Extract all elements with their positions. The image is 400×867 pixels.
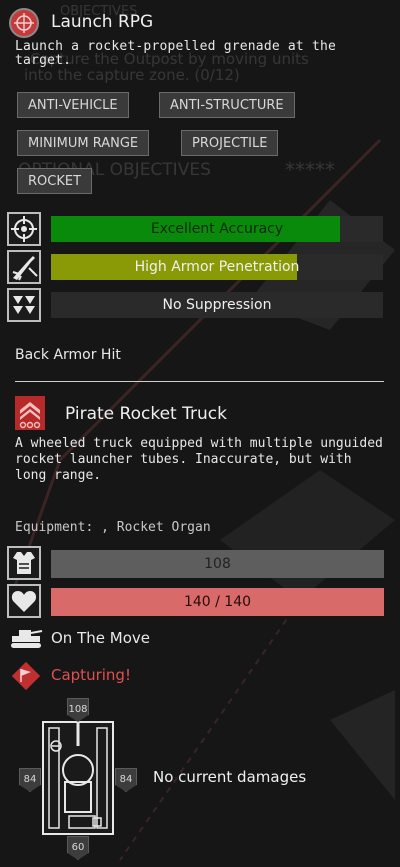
tag-rocket: ROCKET — [17, 168, 93, 194]
armor-diagram: 108 84 84 60 — [19, 698, 137, 860]
health-value: 140 / 140 — [183, 594, 252, 610]
weapon-title: Launch RPG — [51, 12, 154, 32]
body-armor-icon — [7, 546, 41, 580]
equipment-text: Equipment: , Rocket Organ — [15, 520, 211, 535]
tag-minimum-range: MINIMUM RANGE — [17, 130, 150, 156]
damage-status-text: No current damages — [153, 768, 307, 786]
suppression-bar: No Suppression — [51, 292, 383, 318]
unit-tooltip-panel: Launch RPG Launch a rocket-propelled gre… — [5, 4, 392, 860]
tag-projectile: PROJECTILE — [181, 130, 279, 156]
health-bar: 140 / 140 — [51, 588, 384, 616]
tag-anti-vehicle: ANTI-VEHICLE — [17, 92, 129, 118]
rocket-penetration-icon — [7, 250, 41, 284]
suppression-label: No Suppression — [162, 297, 272, 313]
tag-anti-structure: ANTI-STRUCTURE — [159, 92, 295, 118]
status-on-the-move: On The Move — [51, 629, 150, 647]
rank-chevrons-icon — [15, 396, 45, 430]
suppression-arrows-icon — [7, 288, 41, 322]
hit-result-text: Back Armor Hit — [15, 347, 121, 363]
heart-icon — [7, 584, 41, 618]
capture-flag-icon — [10, 660, 42, 692]
status-capturing: Capturing! — [51, 666, 131, 684]
unit-description: A wheeled truck equipped with multiple u… — [15, 436, 383, 483]
penetration-bar: High Armor Penetration — [51, 254, 383, 280]
unit-name: Pirate Rocket Truck — [65, 404, 227, 424]
section-divider — [15, 381, 384, 382]
crosshair-icon — [7, 212, 41, 246]
accuracy-label: Excellent Accuracy — [150, 221, 284, 237]
armor-bar: 108 — [51, 550, 384, 578]
accuracy-bar: Excellent Accuracy — [51, 216, 383, 242]
penetration-label: High Armor Penetration — [134, 259, 300, 275]
tank-moving-icon — [9, 626, 43, 650]
weapon-description: Launch a rocket-propelled grenade at the… — [15, 39, 337, 68]
armor-value: 108 — [204, 556, 231, 572]
target-reticle-icon — [9, 8, 39, 38]
